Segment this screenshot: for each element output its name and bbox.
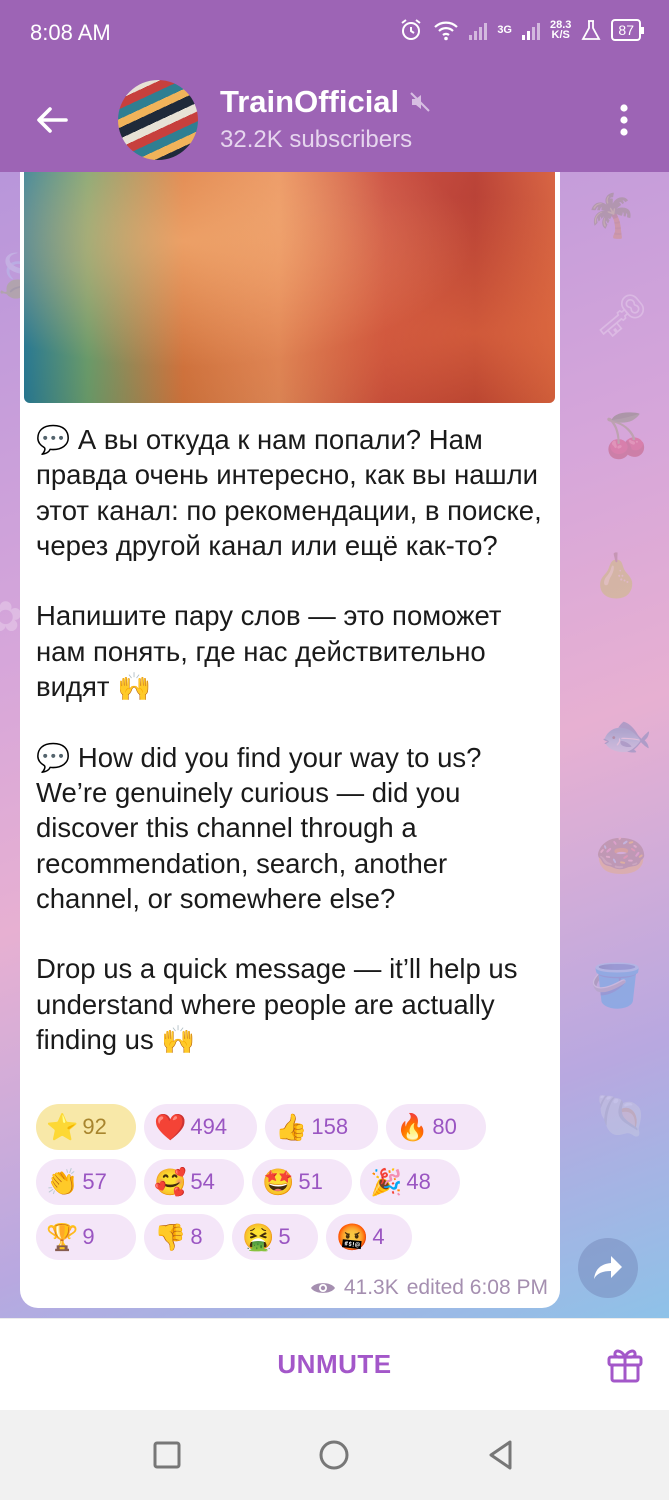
fish-doodle-icon: 🐟 bbox=[600, 712, 653, 759]
trophy-emoji-icon: 🏆 bbox=[46, 1221, 79, 1252]
reaction-smiling-hearts[interactable]: 🥰 54 bbox=[144, 1159, 244, 1205]
cursing-emoji-icon: 🤬 bbox=[336, 1221, 369, 1252]
reaction-thumbs-up[interactable]: 👍 158 bbox=[265, 1104, 378, 1150]
reaction-star[interactable]: ⭐ 92 bbox=[36, 1104, 136, 1150]
back-triangle-icon[interactable] bbox=[484, 1438, 518, 1472]
unmute-button[interactable]: UNMUTE bbox=[0, 1349, 669, 1380]
message-bubble[interactable]: 💬 А вы откуда к нам попали? Нам правда о… bbox=[20, 172, 560, 1308]
pear-doodle-icon: 🍐 bbox=[590, 552, 643, 599]
reaction-count: 57 bbox=[82, 1169, 107, 1194]
system-nav-bar bbox=[0, 1410, 669, 1500]
share-arrow-icon bbox=[594, 1256, 622, 1279]
thumbs-down-emoji-icon: 👎 bbox=[154, 1221, 187, 1252]
reaction-star-struck[interactable]: 🤩 51 bbox=[252, 1159, 352, 1205]
smiling-hearts-emoji-icon: 🥰 bbox=[154, 1166, 187, 1197]
reaction-clap[interactable]: 👏 57 bbox=[36, 1159, 136, 1205]
message-paragraph-4: Drop us a quick message — it’ll help us … bbox=[36, 953, 518, 1056]
key-doodle-icon: 🗝 bbox=[595, 292, 649, 339]
shell-doodle-icon: 🐚 bbox=[595, 1092, 648, 1139]
bucket-doodle-icon: 🪣 bbox=[590, 962, 643, 1009]
party-popper-emoji-icon: 🎉 bbox=[370, 1166, 403, 1197]
heart-emoji-icon: ❤️ bbox=[154, 1111, 187, 1142]
signal-strength-icon-2 bbox=[522, 20, 540, 40]
signal-strength-icon bbox=[469, 20, 488, 40]
message-paragraph-3: 💬 How did you find your way to us? We’re… bbox=[36, 741, 482, 914]
gift-icon[interactable] bbox=[604, 1343, 646, 1385]
edited-time: edited 6:08 PM bbox=[406, 1276, 548, 1299]
bottom-bar: UNMUTE bbox=[0, 1318, 669, 1410]
share-button[interactable] bbox=[578, 1238, 638, 1298]
flask-icon bbox=[581, 20, 601, 40]
message-paragraph-2: Напишите пару слов — это поможет нам пон… bbox=[36, 600, 502, 703]
reactions: ⭐ 92 ❤️ 494 👍 158 🔥 80 👏 57 🥰 54 🤩 51 🎉 48 🏆 9 👎 8… bbox=[36, 1104, 556, 1269]
status-bar: 8:08 AM 3G 28.3 K/S 87 bbox=[0, 0, 669, 68]
view-count: 41.3K bbox=[343, 1276, 399, 1299]
vomit-emoji-icon: 🤮 bbox=[242, 1221, 275, 1252]
reaction-count: 48 bbox=[406, 1169, 431, 1194]
reaction-fire[interactable]: 🔥 80 bbox=[386, 1104, 486, 1150]
network-speed-unit: K/S bbox=[551, 29, 570, 41]
fire-emoji-icon: 🔥 bbox=[396, 1111, 429, 1142]
recents-square-icon[interactable] bbox=[150, 1438, 184, 1472]
more-options-icon[interactable] bbox=[610, 100, 638, 140]
reactions-row: 👏 57 🥰 54 🤩 51 🎉 48 bbox=[36, 1159, 556, 1205]
back-arrow-icon[interactable] bbox=[30, 98, 74, 142]
star-emoji-icon: ⭐ bbox=[46, 1111, 79, 1142]
app-bar: TrainOfficial 32.2K subscribers bbox=[0, 68, 669, 172]
clap-emoji-icon: 👏 bbox=[46, 1166, 79, 1197]
reaction-count: 8 bbox=[190, 1224, 203, 1249]
donut-doodle-icon: 🍩 bbox=[595, 832, 648, 879]
reaction-vomit[interactable]: 🤮 5 bbox=[232, 1214, 318, 1260]
channel-title: TrainOfficial bbox=[220, 84, 400, 119]
reaction-count: 9 bbox=[82, 1224, 95, 1249]
channel-title-row[interactable]: TrainOfficial bbox=[220, 84, 431, 120]
palm-doodle-icon: 🌴 bbox=[585, 192, 638, 239]
reaction-count: 5 bbox=[278, 1224, 291, 1249]
message-meta: 41.3K edited 6:08 PM bbox=[310, 1276, 548, 1300]
home-circle-icon[interactable] bbox=[317, 1438, 351, 1472]
message-photo[interactable] bbox=[24, 172, 555, 403]
network-speed: 28.3 K/S bbox=[550, 20, 571, 41]
subscriber-count: 32.2K subscribers bbox=[220, 126, 413, 153]
reaction-thumbs-down[interactable]: 👎 8 bbox=[144, 1214, 224, 1260]
reaction-count: 494 bbox=[190, 1114, 228, 1139]
message-text: 💬 А вы откуда к нам попали? Нам правда о… bbox=[36, 422, 551, 1057]
alarm-icon bbox=[401, 19, 421, 40]
message-paragraph-1: 💬 А вы откуда к нам попали? Нам правда о… bbox=[36, 424, 542, 561]
reaction-count: 51 bbox=[298, 1169, 323, 1194]
status-icons: 3G 28.3 K/S 87 bbox=[399, 18, 644, 42]
reaction-count: 92 bbox=[82, 1114, 107, 1139]
reaction-trophy[interactable]: 🏆 9 bbox=[36, 1214, 136, 1260]
wifi-icon bbox=[434, 21, 459, 41]
views-eye-icon bbox=[310, 1283, 335, 1293]
reaction-party[interactable]: 🎉 48 bbox=[360, 1159, 460, 1205]
network-type: 3G bbox=[497, 24, 512, 36]
battery-indicator: 87 bbox=[611, 19, 644, 41]
reaction-count: 4 bbox=[372, 1224, 385, 1249]
reactions-row: 🏆 9 👎 8 🤮 5 🤬 4 bbox=[36, 1214, 556, 1260]
star-struck-emoji-icon: 🤩 bbox=[262, 1166, 295, 1197]
reaction-count: 158 bbox=[311, 1114, 349, 1139]
status-time: 8:08 AM bbox=[30, 20, 111, 45]
chat-background: 🌴 🗝 🍒 🍐 🐟 🍩 🪣 🐚 🍃 ✿ 💬 А вы откуда к нам … bbox=[0, 172, 669, 1318]
cherry-doodle-icon: 🍒 bbox=[600, 412, 653, 459]
muted-speaker-icon bbox=[410, 92, 430, 112]
reaction-count: 54 bbox=[190, 1169, 215, 1194]
reaction-count: 80 bbox=[432, 1114, 457, 1139]
reactions-row: ⭐ 92 ❤️ 494 👍 158 🔥 80 bbox=[36, 1104, 556, 1150]
reaction-cursing[interactable]: 🤬 4 bbox=[326, 1214, 412, 1260]
channel-avatar[interactable] bbox=[118, 80, 198, 160]
reaction-heart[interactable]: ❤️ 494 bbox=[144, 1104, 257, 1150]
thumbs-up-emoji-icon: 👍 bbox=[275, 1111, 308, 1142]
